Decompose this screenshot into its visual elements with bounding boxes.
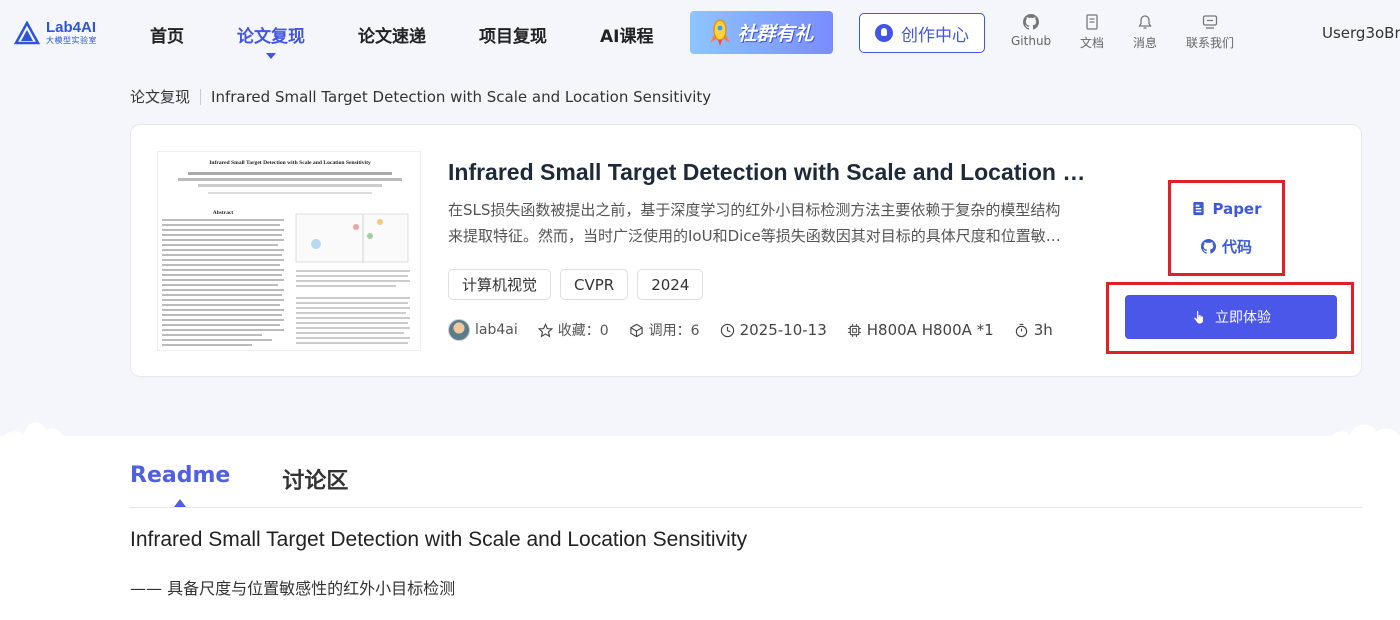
docs-label: 文档 xyxy=(1080,36,1105,50)
logo-icon xyxy=(14,20,40,44)
chat-icon xyxy=(1202,15,1218,29)
lightbulb-icon xyxy=(875,24,893,42)
code-link-label: 代码 xyxy=(1221,237,1252,256)
paper-thumbnail[interactable]: Infrared Small Target Detection with Sca… xyxy=(157,151,421,351)
thumbnail-abstract-heading: Abstract xyxy=(213,210,234,216)
tab-readme[interactable]: Readme xyxy=(130,463,230,507)
try-now-label: 立即体验 xyxy=(1215,310,1271,326)
favorites-label: 收藏：0 xyxy=(557,323,609,339)
calls-count: 调用：6 xyxy=(629,320,700,340)
timer-icon xyxy=(1015,323,1027,337)
github-label: Github xyxy=(1011,34,1052,48)
logo[interactable]: Lab4AI 大模型实验室 xyxy=(14,20,97,45)
promo-label: 社群有礼 xyxy=(737,23,814,45)
docs-link[interactable]: 文档 xyxy=(1080,14,1104,51)
file-icon xyxy=(1193,201,1205,216)
logo-subtitle: 大模型实验室 xyxy=(46,36,97,45)
breadcrumb-separator xyxy=(200,88,202,105)
messages-label: 消息 xyxy=(1133,36,1158,50)
gpu-label: H800A H800A *1 xyxy=(866,321,994,339)
tab-discussion[interactable]: 讨论区 xyxy=(282,463,348,495)
user-name[interactable]: Userg3oBr xyxy=(1322,24,1400,42)
messages-link[interactable]: 消息 xyxy=(1133,14,1157,51)
breadcrumb-parent[interactable]: 论文复现 xyxy=(130,86,190,107)
paper-card: Infrared Small Target Detection with Sca… xyxy=(130,124,1362,377)
try-now-button[interactable]: 立即体验 xyxy=(1125,295,1337,339)
github-link[interactable]: Github xyxy=(1011,14,1051,48)
creation-center-label: 创作中心 xyxy=(901,25,969,46)
author-name: lab4ai xyxy=(475,322,518,338)
readme-title: Infrared Small Target Detection with Sca… xyxy=(130,528,748,551)
star-icon xyxy=(537,322,553,338)
paper-title[interactable]: Infrared Small Target Detection with Sca… xyxy=(448,159,1088,186)
cube-icon xyxy=(629,323,643,337)
favorites-count[interactable]: 收藏：0 xyxy=(537,320,609,340)
paper-link[interactable]: Paper xyxy=(1191,199,1262,218)
nav-project-reproduction[interactable]: 项目复现 xyxy=(479,22,547,47)
publish-date: 2025-10-13 xyxy=(720,321,827,339)
readme-subtitle: —— 具备尺度与位置敏感性的红外小目标检测 xyxy=(130,579,456,598)
cloud-decoration xyxy=(0,422,1400,440)
nav-paper-reproduction[interactable]: 论文复现 xyxy=(237,22,305,59)
clock-icon xyxy=(720,323,734,337)
paper-link-label: Paper xyxy=(1212,199,1262,218)
nav-home[interactable]: 首页 xyxy=(150,22,184,47)
tab-divider xyxy=(130,507,1362,508)
gpu-spec: H800A H800A *1 xyxy=(847,321,994,339)
content-tabs: Readme 讨论区 xyxy=(130,463,348,507)
paper-description: 在SLS损失函数被提出之前，基于深度学习的红外小目标检测方法主要依赖于复杂的模型… xyxy=(448,197,1068,249)
calls-label: 调用：6 xyxy=(648,323,700,339)
paper-preview-image: Infrared Small Target Detection with Sca… xyxy=(162,160,410,346)
tag-list: 计算机视觉 CVPR 2024 xyxy=(448,269,704,300)
breadcrumb: 论文复现 Infrared Small Target Detection wit… xyxy=(130,86,711,107)
duration-label: 3h xyxy=(1033,321,1053,339)
nav-paper-express[interactable]: 论文速递 xyxy=(358,22,426,47)
nav-ai-courses[interactable]: AI课程 xyxy=(600,22,653,47)
duration: 3h xyxy=(1014,321,1053,339)
pointer-hand-icon xyxy=(1194,310,1203,324)
tag-computer-vision[interactable]: 计算机视觉 xyxy=(448,269,552,300)
tag-cvpr[interactable]: CVPR xyxy=(560,269,629,300)
github-icon xyxy=(1023,14,1040,30)
paper-meta: lab4ai 收藏：0 调用：6 2025-10-13 H800A H800A … xyxy=(448,319,1073,341)
community-promo-banner[interactable]: 社群有礼 xyxy=(690,11,833,54)
avatar xyxy=(448,319,470,341)
main-nav: 首页 论文复现 论文速递 项目复现 AI课程 xyxy=(150,0,667,68)
try-now-highlight: 立即体验 xyxy=(1106,282,1354,354)
contact-link[interactable]: 联系我们 xyxy=(1186,14,1234,51)
paper-description-text: 在SLS损失函数被提出之前，基于深度学习的红外小目标检测方法主要依赖于复杂的模型… xyxy=(448,201,1061,245)
resource-links-highlight: Paper 代码 xyxy=(1168,180,1285,276)
document-icon xyxy=(1086,14,1098,30)
author[interactable]: lab4ai xyxy=(448,319,518,341)
thumbnail-title: Infrared Small Target Detection with Sca… xyxy=(209,160,371,166)
contact-label: 联系我们 xyxy=(1186,36,1235,50)
creation-center-button[interactable]: 创作中心 xyxy=(859,13,985,53)
chip-icon xyxy=(847,323,861,337)
github-icon xyxy=(1200,238,1216,254)
breadcrumb-current: Infrared Small Target Detection with Sca… xyxy=(211,87,712,106)
tag-year[interactable]: 2024 xyxy=(637,269,704,300)
top-header: Lab4AI 大模型实验室 首页 论文复现 论文速递 项目复现 AI课程 社群有… xyxy=(0,0,1400,68)
date-label: 2025-10-13 xyxy=(739,321,827,339)
code-link[interactable]: 代码 xyxy=(1200,236,1252,257)
bell-icon xyxy=(1138,15,1152,29)
rocket-icon xyxy=(710,18,731,46)
logo-name: Lab4AI xyxy=(46,19,97,36)
